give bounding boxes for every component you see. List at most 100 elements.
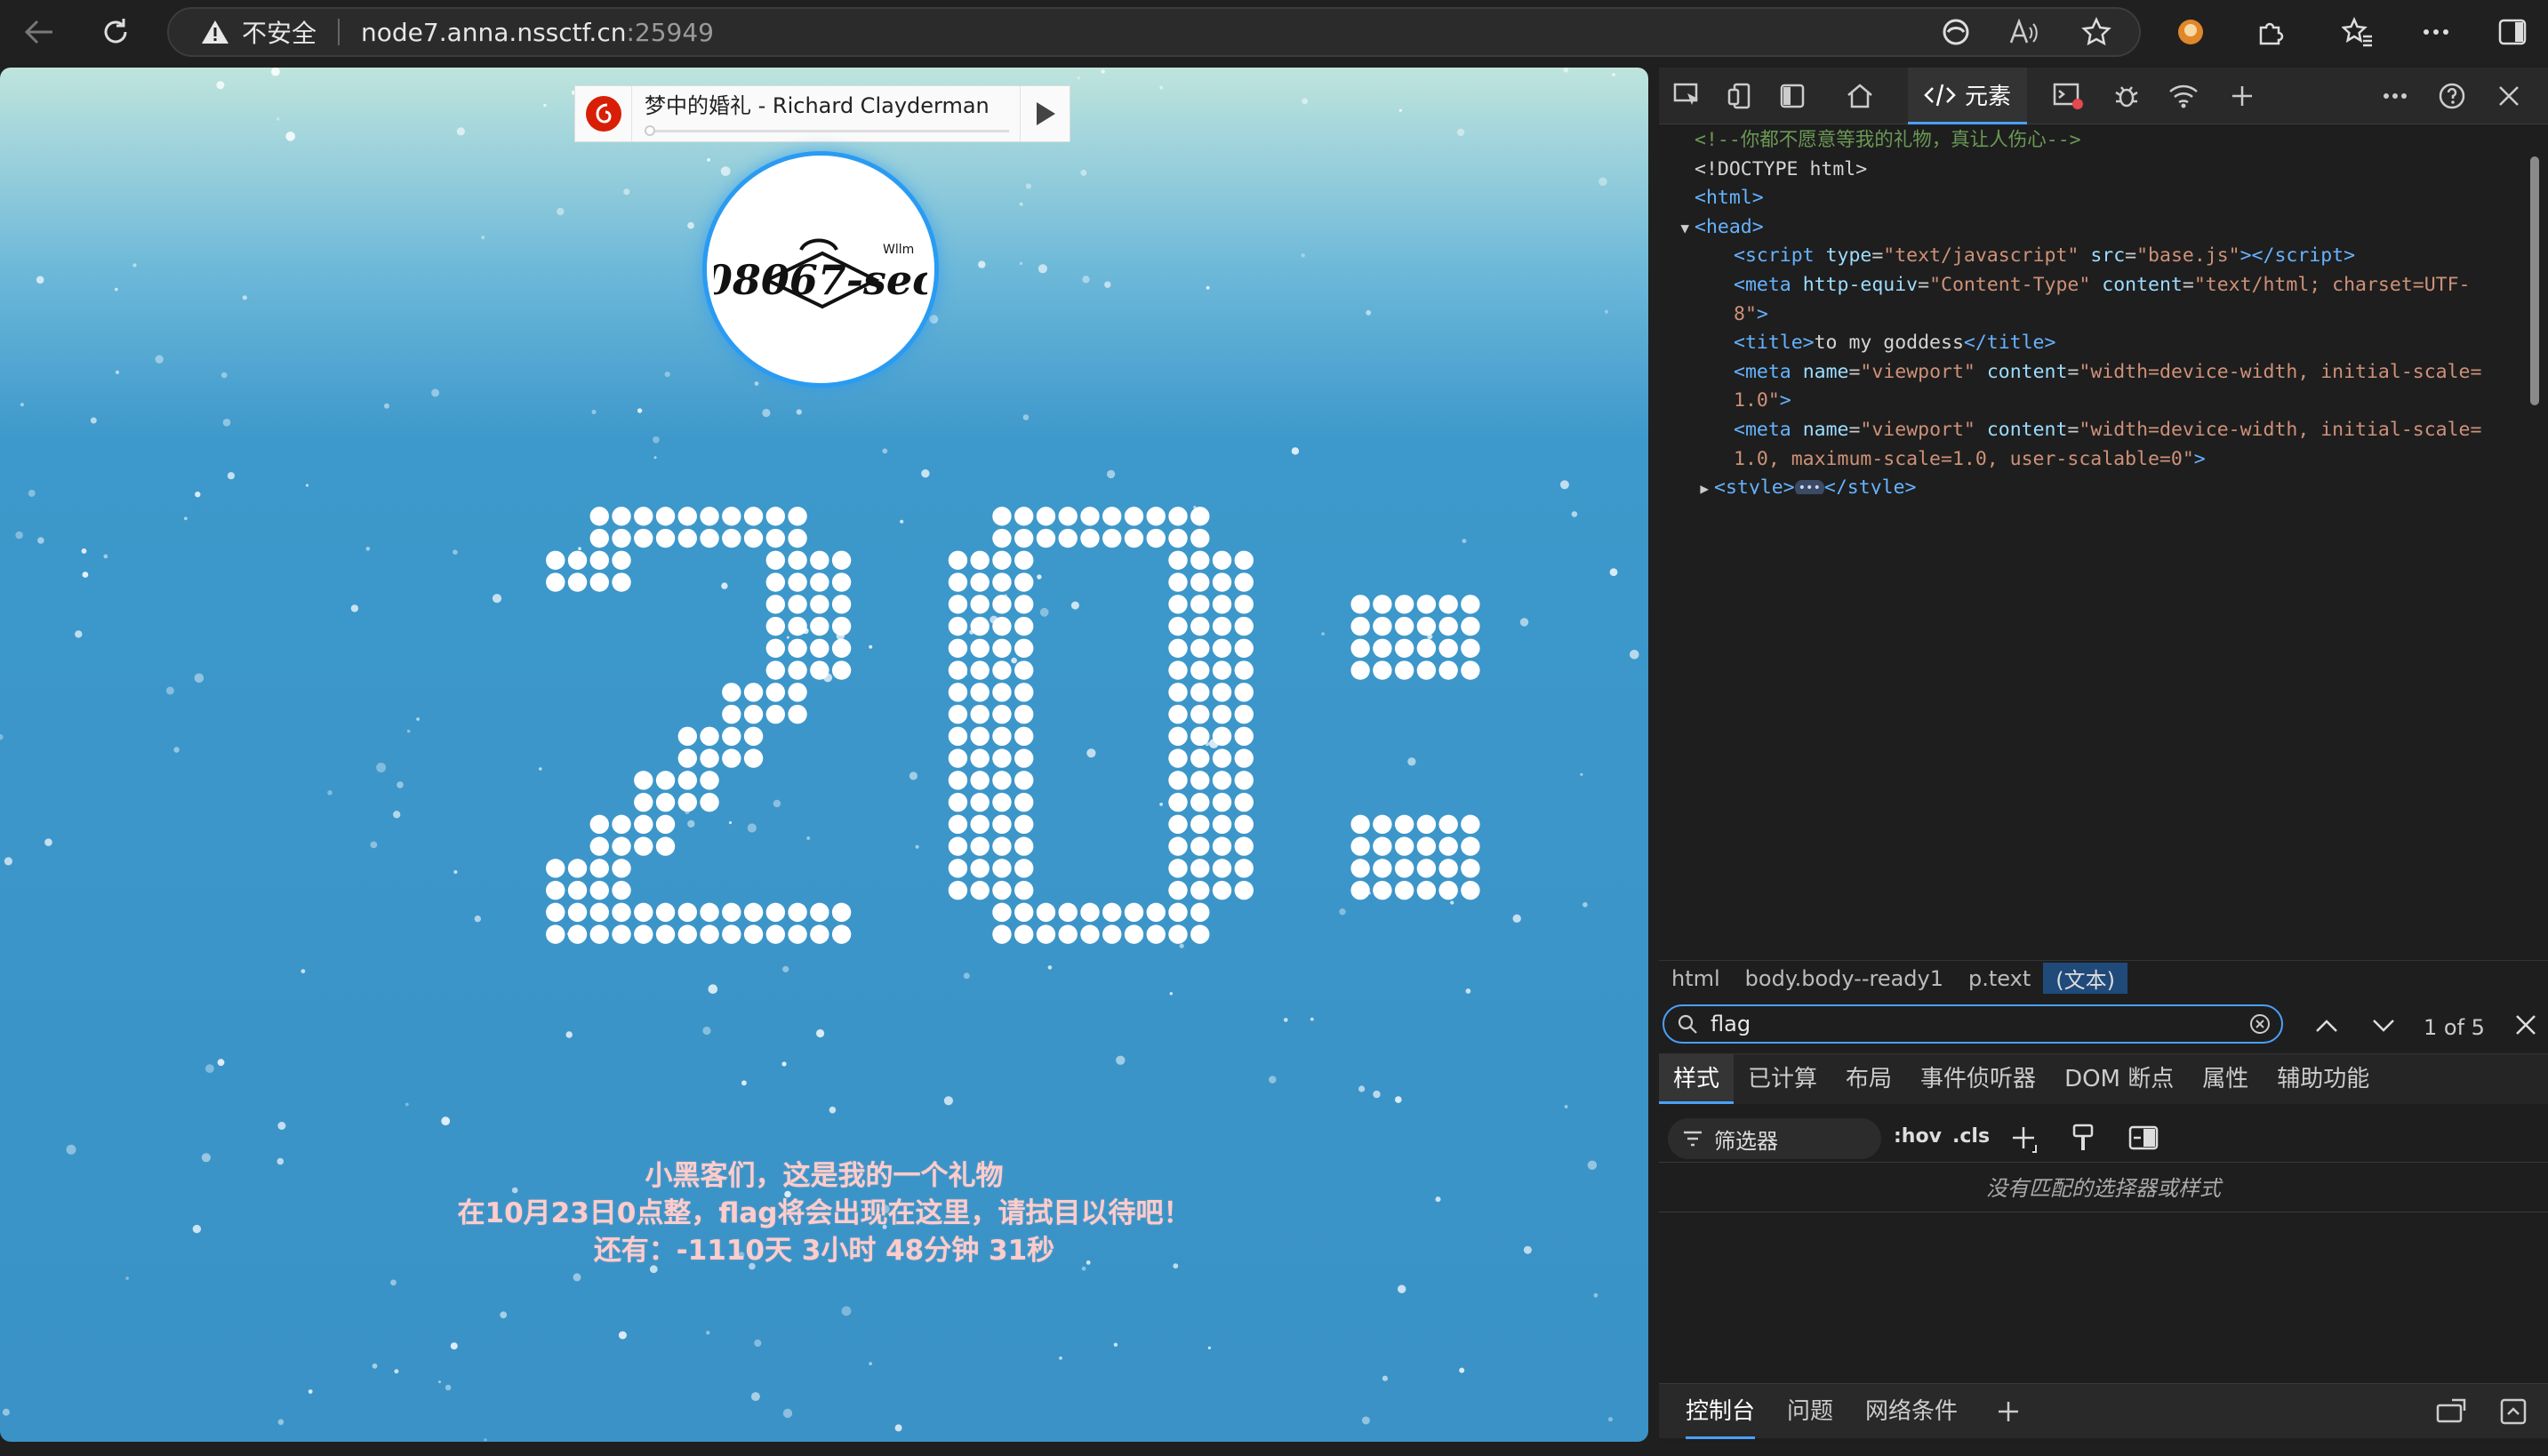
tab-console[interactable]: 控制台 (1686, 1384, 1756, 1439)
dom-node-line[interactable]: ▼ <head> (1659, 213, 2516, 243)
dom-node-content[interactable]: <!DOCTYPE html> (1695, 158, 1867, 180)
help-icon[interactable] (2434, 78, 2470, 114)
countdown-dot (634, 836, 653, 856)
dom-node-content[interactable]: <meta http-equiv="Content-Type" content=… (1734, 274, 2471, 296)
tab-accessibility[interactable]: 辅助功能 (2263, 1054, 2384, 1104)
dom-node-content[interactable]: <html> (1695, 187, 1764, 209)
search-next-icon[interactable] (2372, 1019, 2395, 1033)
dom-node-line[interactable]: ▶ <style> ••• </style> (1659, 474, 2516, 494)
more-tools-icon[interactable] (2377, 78, 2413, 114)
warning-icon[interactable] (201, 20, 229, 44)
dom-node-content[interactable]: 1.0"> (1734, 389, 1791, 412)
countdown-dot (1212, 814, 1232, 835)
tab-issues[interactable]: 问题 (1787, 1384, 1833, 1439)
favorites-icon[interactable] (2338, 14, 2377, 50)
expand-arrow-icon[interactable]: ▶ (1659, 474, 1714, 494)
undock-drawer-icon[interactable] (2436, 1398, 2466, 1425)
scrollbar-thumb[interactable] (2530, 156, 2539, 405)
extension-avatar-icon[interactable] (2171, 14, 2210, 50)
netease-music-icon[interactable] (575, 86, 632, 141)
dom-node-content[interactable]: <meta name="viewport" content="width=dev… (1734, 419, 2481, 441)
network-wifi-icon[interactable] (2166, 78, 2201, 114)
add-panel-icon[interactable] (2224, 78, 2260, 114)
music-progress-bar[interactable] (645, 125, 1009, 136)
countdown-dot (1146, 507, 1166, 526)
paintbrush-icon[interactable] (2071, 1124, 2095, 1154)
address-bar[interactable]: 不安全 node7.anna.nssctf.cn :25949 (167, 7, 2141, 57)
dom-search-input[interactable]: flag (1663, 1004, 2283, 1044)
computed-sidebar-icon[interactable] (2128, 1125, 2159, 1152)
device-toolbar-icon[interactable] (1723, 78, 1759, 114)
favorite-star-icon[interactable] (2079, 14, 2114, 50)
countdown-dot (655, 507, 676, 526)
style-filter-input[interactable]: 筛选器 (1668, 1118, 1881, 1159)
security-label[interactable]: 不安全 (242, 14, 316, 50)
dom-scrollbar[interactable] (2528, 139, 2541, 491)
dom-node-content[interactable]: <!--你都不愿意等我的礼物，真让人伤心--> (1695, 129, 2081, 151)
dom-node-line[interactable]: 1.0"> (1659, 387, 2516, 416)
dom-node-line[interactable]: <html> (1659, 184, 2516, 213)
expand-arrow-icon[interactable]: ▼ (1659, 213, 1695, 244)
play-button[interactable] (1020, 86, 1070, 141)
countdown-dot (677, 528, 697, 548)
dom-node-line[interactable]: <script type="text/javascript" src="base… (1659, 242, 2516, 271)
dom-node-content[interactable]: <title>to my goddess</title> (1734, 332, 2055, 354)
countdown-dot (831, 572, 852, 592)
extensions-icon[interactable] (2251, 14, 2290, 50)
dom-node-line[interactable]: <meta http-equiv="Content-Type" content=… (1659, 271, 2516, 300)
dock-side-icon[interactable] (1775, 78, 1810, 114)
countdown-dot (1168, 880, 1188, 900)
dom-node-line[interactable]: 1.0, maximum-scale=1.0, user-scalable=0"… (1659, 445, 2516, 475)
tab-network-conditions[interactable]: 网络条件 (1865, 1384, 1958, 1439)
breadcrumb-text[interactable]: (文本) (2043, 963, 2127, 994)
dom-node-line[interactable]: <meta name="viewport" content="width=dev… (1659, 358, 2516, 388)
sources-bug-icon[interactable] (2109, 78, 2144, 114)
reload-button[interactable] (96, 12, 135, 52)
dom-node-line[interactable]: <!DOCTYPE html> (1659, 156, 2516, 185)
cls-toggle[interactable]: .cls (1952, 1125, 1990, 1148)
hov-toggle[interactable]: :hov (1894, 1125, 1942, 1148)
dom-node-content[interactable]: 8"> (1734, 303, 1768, 325)
tab-styles[interactable]: 样式 (1659, 1054, 1735, 1104)
dom-tree[interactable]: <!--你都不愿意等我的礼物，真让人伤心--> <!DOCTYPE html> <h… (1659, 126, 2516, 494)
search-prev-icon[interactable] (2315, 1019, 2338, 1033)
dom-node-line[interactable]: 8"> (1659, 300, 2516, 330)
new-style-rule-icon[interactable] (2011, 1124, 2041, 1154)
inspect-element-icon[interactable] (1670, 78, 1705, 114)
dom-node-line[interactable]: <title>to my goddess</title> (1659, 329, 2516, 358)
back-button[interactable] (20, 12, 59, 52)
dom-node-content[interactable]: <head> (1695, 216, 1764, 238)
tab-computed[interactable]: 已计算 (1734, 1054, 1831, 1104)
welcome-home-icon[interactable] (1842, 78, 1878, 114)
tab-event-listeners[interactable]: 事件侦听器 (1906, 1054, 2050, 1104)
url-host[interactable]: node7.anna.nssctf.cn (361, 18, 626, 47)
more-menu-icon[interactable] (2416, 14, 2456, 50)
tab-properties[interactable]: 属性 (2188, 1054, 2263, 1104)
snowflake (1358, 1085, 1366, 1092)
translate-icon[interactable] (1938, 14, 1974, 50)
dom-node-content[interactable]: <script type="text/javascript" src="base… (1734, 244, 2355, 267)
breadcrumb-p[interactable]: p.text (1956, 966, 2043, 991)
dom-node-content[interactable]: 1.0, maximum-scale=1.0, user-scalable=0"… (1734, 448, 2206, 470)
tab-elements[interactable]: 元素 (1908, 68, 2028, 124)
close-search-icon[interactable] (2514, 1013, 2537, 1036)
sidebar-toggle-icon[interactable] (2493, 14, 2532, 50)
clear-search-icon[interactable] (2249, 1013, 2271, 1035)
dom-node-line[interactable]: <!--你都不愿意等我的礼物，真让人伤心--> (1659, 126, 2516, 156)
dom-node-content[interactable]: <meta name="viewport" content="width=dev… (1734, 361, 2481, 383)
close-drawer-icon[interactable] (2500, 1398, 2527, 1425)
dom-node-line[interactable]: <meta name="viewport" content="width=dev… (1659, 416, 2516, 445)
tab-layout[interactable]: 布局 (1831, 1054, 1906, 1104)
dom-node-content[interactable]: <style> ••• </style> (1714, 476, 1916, 494)
add-drawer-tab-icon[interactable] (1997, 1400, 2020, 1423)
console-error-icon[interactable] (2050, 78, 2086, 114)
url-port[interactable]: :25949 (626, 18, 714, 47)
close-devtools-icon[interactable] (2491, 78, 2527, 114)
countdown-dot (1168, 814, 1188, 835)
tab-dom-breakpoints[interactable]: DOM 断点 (2050, 1054, 2188, 1104)
countdown-dot (1124, 902, 1144, 923)
read-aloud-icon[interactable] (2006, 14, 2041, 50)
breadcrumb-html[interactable]: html (1659, 966, 1733, 991)
breadcrumb-body[interactable]: body.body--ready1 (1733, 966, 1956, 991)
progress-knob[interactable] (645, 125, 655, 136)
